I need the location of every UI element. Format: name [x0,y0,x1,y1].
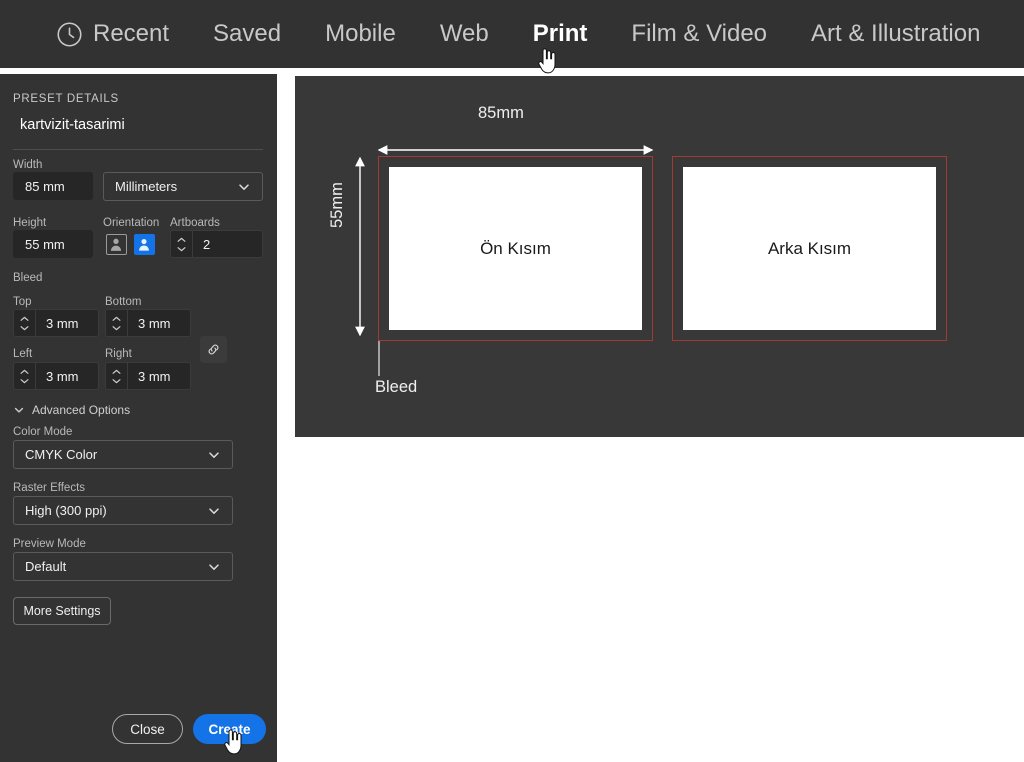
nav-item-art-and-illustration[interactable]: Art & Illustration [789,0,1002,68]
bleed-group-label: Bleed [13,272,43,284]
bleed-top-value: 3 mm [46,315,79,331]
chevron-down-icon [207,504,221,518]
advanced-options-label: Advanced Options [32,403,131,417]
chevron-up-icon [20,316,29,321]
artboard-2[interactable]: Arka Kısım [683,167,936,330]
artboards-label: Artboards [170,217,220,229]
bleed-left-spinner-buttons[interactable] [14,363,36,389]
chevron-up-icon [177,237,186,242]
chevron-down-icon [20,325,29,330]
bleed-right-label: Right [105,348,132,360]
nav-item-mobile[interactable]: Mobile [303,0,418,68]
artboards-stepper[interactable]: 2 [170,230,263,258]
width-input[interactable]: 85 mm [13,172,93,200]
nav-item-mobile-label: Mobile [325,20,396,47]
units-select-value: Millimeters [115,179,178,194]
advanced-options-toggle[interactable]: Advanced Options [13,403,130,417]
bleed-bottom-stepper[interactable]: 3 mm [105,309,191,337]
hand-pointer-cursor-icon [536,48,558,74]
color-mode-select[interactable]: CMYK Color [13,440,233,469]
nav-item-print[interactable]: Print [511,0,610,68]
hand-pointer-cursor-icon [222,729,244,755]
artboard-1-label: Ön Kısım [480,238,551,258]
bleed-bottom-value: 3 mm [138,315,171,331]
artboards-value: 2 [203,236,211,252]
raster-effects-select[interactable]: High (300 ppi) [13,496,233,525]
artboard-1[interactable]: Ön Kısım [389,167,642,330]
preset-details-panel: PRESET DETAILS kartvizit-tasarimi Width … [0,74,277,762]
bleed-right-stepper[interactable]: 3 mm [105,362,191,390]
raster-effects-label: Raster Effects [13,482,86,494]
chevron-down-icon [112,378,121,383]
orientation-portrait-button[interactable] [106,234,127,255]
height-dimension-label: 55mm [328,182,346,228]
chevron-down-icon [207,560,221,574]
bleed-right-spinner-buttons[interactable] [106,363,128,389]
chevron-up-icon [20,369,29,374]
preset-name-input[interactable]: kartvizit-tasarimi [20,117,250,133]
bleed-top-label: Top [13,296,32,308]
chevron-down-icon [177,246,186,251]
chevron-down-icon [207,448,221,462]
bleed-bottom-label: Bottom [105,296,142,308]
nav-item-art-and-illustration-label: Art & Illustration [811,20,981,47]
raster-effects-value: High (300 ppi) [25,503,107,518]
color-mode-value: CMYK Color [25,447,98,462]
width-dimension-label: 85mm [478,104,524,122]
preview-mode-value: Default [25,559,67,574]
bleed-link-button[interactable] [200,336,227,363]
units-select[interactable]: Millimeters [103,172,263,201]
orientation-label: Orientation [103,217,160,229]
bleed-left-label: Left [13,348,33,360]
artboard-preview-panel: 85mm 55mm Bleed Ön Kısım Arka Kısım [295,76,1024,437]
more-settings-button[interactable]: More Settings [13,597,111,625]
landscape-orientation-icon [135,235,153,253]
bleed-top-spinner-buttons[interactable] [14,310,36,336]
artboards-spinner-buttons[interactable] [171,231,193,257]
height-input[interactable]: 55 mm [13,230,93,258]
bleed-boundary-2: Arka Kısım [672,156,947,341]
app-root: Recent Saved Mobile Web Print Film & Vid… [0,0,1024,762]
nav-item-list: Recent Saved Mobile Web Print Film & Vid… [0,0,1002,68]
color-mode-label: Color Mode [13,426,73,438]
chevron-up-icon [112,369,121,374]
artboard-2-label: Arka Kısım [767,238,852,258]
chevron-down-icon [237,180,251,194]
bleed-bottom-spinner-buttons[interactable] [106,310,128,336]
height-label: Height [13,217,47,229]
clock-icon [56,21,83,48]
portrait-orientation-icon [110,238,122,251]
nav-item-recent-label: Recent [93,20,170,47]
bleed-top-stepper[interactable]: 3 mm [13,309,99,337]
nav-item-web-label: Web [439,20,489,47]
chevron-down-icon [112,325,121,330]
chain-link-icon [206,342,221,357]
nav-item-recent[interactable]: Recent [34,0,191,68]
bleed-left-stepper[interactable]: 3 mm [13,362,99,390]
width-label: Width [13,159,43,171]
chevron-down-icon [20,378,29,383]
nav-item-saved-label: Saved [213,20,282,47]
chevron-down-icon [13,404,25,416]
bleed-boundary-1: Ön Kısım [378,156,653,341]
panel-section-title: PRESET DETAILS [13,93,119,105]
nav-item-film-and-video[interactable]: Film & Video [609,0,789,68]
preview-mode-select[interactable]: Default [13,552,233,581]
bleed-left-value: 3 mm [46,368,79,384]
close-button[interactable]: Close [112,714,183,744]
nav-item-saved[interactable]: Saved [191,0,303,68]
nav-item-web[interactable]: Web [418,0,511,68]
preview-mode-label: Preview Mode [13,538,86,550]
top-navigation-bar: Recent Saved Mobile Web Print Film & Vid… [0,0,1024,74]
bleed-right-value: 3 mm [138,368,171,384]
nav-item-film-and-video-label: Film & Video [631,20,768,47]
chevron-up-icon [112,316,121,321]
preset-name-underline [13,149,263,150]
bleed-callout-label: Bleed [375,378,418,396]
orientation-landscape-button[interactable] [134,234,155,255]
